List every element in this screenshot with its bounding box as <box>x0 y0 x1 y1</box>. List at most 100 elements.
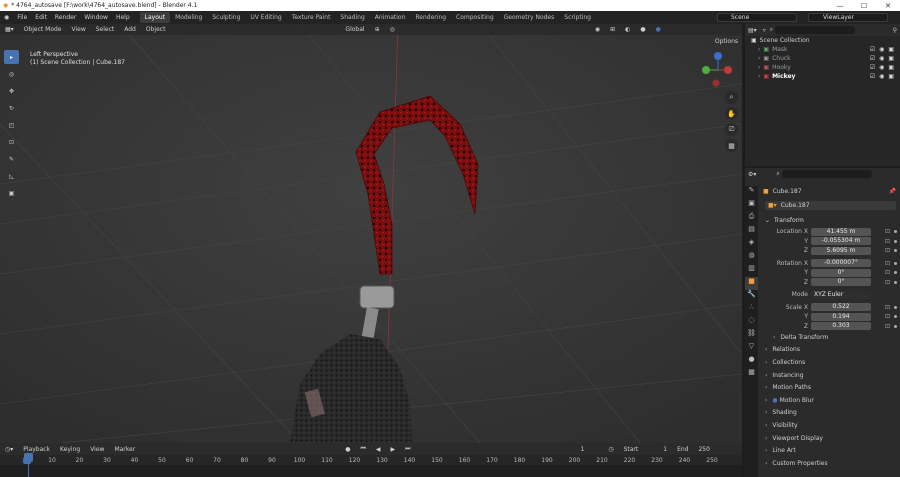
editor-type-icon[interactable]: ▦▾ <box>0 26 19 33</box>
checkbox-icon[interactable]: ☑ <box>870 46 875 53</box>
panel-relations[interactable]: › Relations <box>759 344 900 357</box>
motion-blur-toggle-icon[interactable]: ● <box>772 397 777 404</box>
view-layer-tab-icon[interactable]: ▤ <box>745 225 758 238</box>
rotation-z-field[interactable]: 0° <box>811 278 871 287</box>
outliner-scene-collection[interactable]: ▣ Scene Collection <box>745 36 900 45</box>
tab-rendering[interactable]: Rendering <box>410 12 451 23</box>
keyframe-dot[interactable] <box>894 324 897 328</box>
navigation-gizmo[interactable] <box>698 50 738 90</box>
panel-line-art[interactable]: › Line Art <box>759 444 900 457</box>
keyframe-dot[interactable] <box>894 271 897 275</box>
menu-edit[interactable]: Edit <box>31 14 51 21</box>
constraints-tab-icon[interactable]: ⛓ <box>745 329 758 342</box>
keyframe-dot[interactable] <box>894 249 897 253</box>
step-back-icon[interactable]: ◀ <box>371 446 386 453</box>
menu-window[interactable]: Window <box>80 14 112 21</box>
blender-menu-icon[interactable]: ◉ <box>0 14 13 21</box>
datablock-field[interactable]: ■▾ Cube.187 <box>765 201 896 210</box>
lock-icon[interactable]: ⊡ <box>885 260 890 267</box>
tab-animation[interactable]: Animation <box>370 12 411 23</box>
annotate-tool-icon[interactable]: ✎ <box>4 152 19 166</box>
object-tab-icon[interactable]: ■ <box>745 277 758 290</box>
camera-icon[interactable]: ▣ <box>888 64 894 71</box>
lock-icon[interactable]: ⊡ <box>885 279 890 286</box>
camera-icon[interactable]: ▣ <box>888 55 894 62</box>
eye-icon[interactable]: ◉ <box>879 64 884 71</box>
camera-view-icon[interactable]: ⎚ <box>725 123 738 136</box>
proportional-edit-icon[interactable]: ◎ <box>385 26 400 33</box>
tab-uv-editing[interactable]: UV Editing <box>245 12 286 23</box>
particles-tab-icon[interactable]: ∴ <box>745 303 758 316</box>
object-mode-dropdown[interactable]: Object Mode <box>19 26 67 33</box>
scale-x-field[interactable]: 0.522 <box>811 303 871 312</box>
panel-motion-blur[interactable]: › ● Motion Blur <box>759 394 900 407</box>
checkbox-icon[interactable]: ☑ <box>870 64 875 71</box>
move-tool-icon[interactable]: ✥ <box>4 84 19 98</box>
checkbox-icon[interactable]: ☑ <box>870 73 875 80</box>
outliner-item-mickey[interactable]: › ▣ Mickey ☑ ◉ ▣ <box>745 72 900 81</box>
timeline-menu-playback[interactable]: Playback <box>18 446 55 453</box>
keyframe-dot[interactable] <box>894 230 897 234</box>
checkbox-icon[interactable]: ☑ <box>870 55 875 62</box>
eye-icon[interactable]: ◉ <box>879 55 884 62</box>
lock-icon[interactable]: ⊡ <box>885 304 890 311</box>
menu-render[interactable]: Render <box>51 14 80 21</box>
record-icon[interactable]: ● <box>340 446 355 453</box>
render-tab-icon[interactable]: ▣ <box>745 199 758 212</box>
outliner-item-mask[interactable]: › ▣ Mask ☑ ◉ ▣ <box>745 45 900 54</box>
snap-icon[interactable]: ⊕ <box>370 26 385 33</box>
rotate-tool-icon[interactable]: ↻ <box>4 101 19 115</box>
viewport-menu-view[interactable]: View <box>66 26 90 33</box>
lock-icon[interactable]: ⊡ <box>885 269 890 276</box>
tab-sculpting[interactable]: Sculpting <box>207 12 245 23</box>
keyframe-dot[interactable] <box>894 280 897 284</box>
viewport-menu-object[interactable]: Object <box>141 26 171 33</box>
tab-layout[interactable]: Layout <box>139 12 171 23</box>
select-box-tool-icon[interactable]: ▸ <box>4 50 19 64</box>
tab-compositing[interactable]: Compositing <box>451 12 499 23</box>
collection-tab-icon[interactable]: ▥ <box>745 264 758 277</box>
end-frame-field[interactable]: 250 <box>693 446 714 453</box>
menu-file[interactable]: File <box>13 14 31 21</box>
output-tab-icon[interactable]: ⎙ <box>745 212 758 225</box>
panel-visibility[interactable]: › Visibility <box>759 419 900 432</box>
eye-icon[interactable]: ◉ <box>879 46 884 53</box>
transform-panel-header[interactable]: ⌄ Transform <box>759 214 900 227</box>
3d-viewport[interactable]: ▦▾ Object Mode View Select Add Object Gl… <box>0 24 742 443</box>
timeline-menu-marker[interactable]: Marker <box>109 446 140 453</box>
close-button[interactable]: ✕ <box>876 2 900 10</box>
zoom-icon[interactable]: ⌕ <box>725 91 738 104</box>
measure-tool-icon[interactable]: ◺ <box>4 169 19 183</box>
keyframe-dot[interactable] <box>894 315 897 319</box>
rotation-y-field[interactable]: 0° <box>811 268 871 277</box>
tab-geometry-nodes[interactable]: Geometry Nodes <box>499 12 560 23</box>
outliner-editor-type-icon[interactable]: ▤▾ <box>748 27 757 34</box>
start-frame-field[interactable]: 1 <box>643 446 672 453</box>
tab-modeling[interactable]: Modeling <box>170 12 207 23</box>
view-layer-selector[interactable]: ViewLayer <box>808 13 888 22</box>
physics-tab-icon[interactable]: ◌ <box>745 316 758 329</box>
timeline-ruler[interactable]: 1102030405060708090100110120130140150160… <box>0 455 742 465</box>
lock-icon[interactable]: ⊡ <box>885 228 890 235</box>
outliner-options-icon[interactable]: ⚲ <box>893 27 897 34</box>
jump-end-icon[interactable]: ⏭ <box>400 445 415 453</box>
keyframe-dot[interactable] <box>894 239 897 243</box>
panel-instancing[interactable]: › Instancing <box>759 369 900 382</box>
panel-viewport-display[interactable]: › Viewport Display <box>759 432 900 445</box>
panel-custom-properties[interactable]: › Custom Properties <box>759 457 900 470</box>
world-tab-icon[interactable]: ◍ <box>745 251 758 264</box>
location-z-field[interactable]: 5.6095 m <box>811 246 871 255</box>
camera-icon[interactable]: ▣ <box>888 46 894 53</box>
panel-shading[interactable]: › Shading <box>759 407 900 420</box>
playhead[interactable] <box>24 453 33 462</box>
transform-orientation-dropdown[interactable]: Global <box>340 26 369 33</box>
properties-editor-type-icon[interactable]: ⚙▾ <box>748 171 756 178</box>
eye-icon[interactable]: ◉ <box>879 73 884 80</box>
scene-tab-icon[interactable]: ◈ <box>745 238 758 251</box>
ortho-toggle-icon[interactable]: ▦ <box>725 139 738 152</box>
preview-range-icon[interactable]: ◷ <box>603 446 618 453</box>
outliner-filter-icon[interactable]: ▿ <box>763 27 766 34</box>
location-y-field[interactable]: -0.055304 m <box>811 237 871 246</box>
lock-icon[interactable]: ⊡ <box>885 323 890 330</box>
minimize-button[interactable]: — <box>828 2 852 10</box>
